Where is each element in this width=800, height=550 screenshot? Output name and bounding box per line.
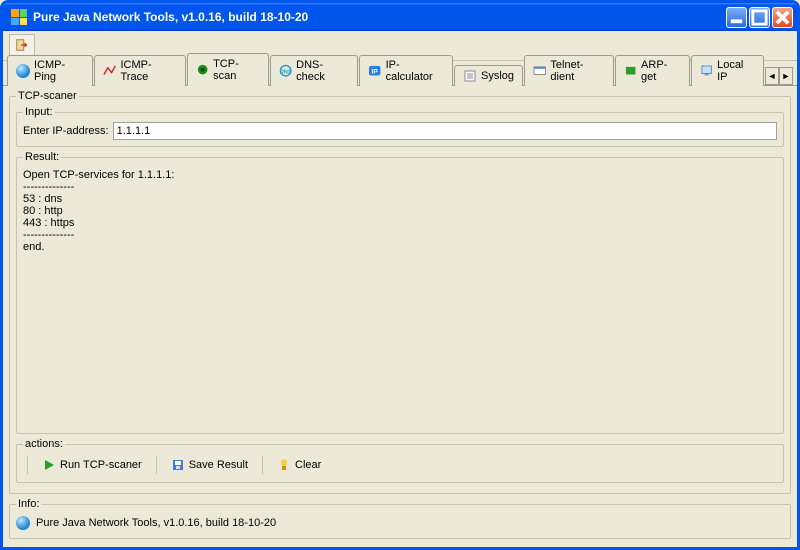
localip-icon bbox=[700, 64, 713, 78]
minimize-button[interactable] bbox=[726, 7, 747, 28]
tab-telnet-client[interactable]: Telnet-dient bbox=[524, 55, 614, 86]
tab-icmp-trace[interactable]: ICMP-Trace bbox=[94, 55, 186, 86]
tab-label: Telnet-dient bbox=[550, 59, 604, 83]
clear-button[interactable]: Clear bbox=[269, 456, 329, 474]
tab-bar: ICMP-Ping ICMP-Trace TCP-scan DNS DNS-ch… bbox=[3, 61, 797, 85]
tab-label: ICMP-Trace bbox=[121, 59, 177, 83]
actions-legend: actions: bbox=[23, 438, 65, 450]
tab-syslog[interactable]: Syslog bbox=[454, 65, 523, 86]
syslog-icon bbox=[463, 69, 477, 83]
tab-local-ip[interactable]: Local IP bbox=[691, 55, 764, 86]
actions-group: actions: Run TCP-scaner Save Result bbox=[16, 438, 784, 483]
separator bbox=[156, 456, 157, 474]
tab-scroll-right[interactable]: ► bbox=[779, 67, 793, 85]
info-legend: Info: bbox=[16, 498, 41, 510]
trace-icon bbox=[103, 64, 116, 78]
ip-input-label: Enter IP-address: bbox=[23, 125, 109, 137]
svg-text:DNS: DNS bbox=[279, 70, 291, 76]
run-button[interactable]: Run TCP-scaner bbox=[34, 456, 150, 474]
arp-icon bbox=[624, 64, 637, 78]
maximize-button[interactable] bbox=[749, 7, 770, 28]
titlebar[interactable]: Pure Java Network Tools, v1.0.16, build … bbox=[3, 3, 797, 31]
tab-icmp-ping[interactable]: ICMP-Ping bbox=[7, 55, 93, 86]
separator bbox=[27, 456, 28, 474]
app-icon bbox=[11, 9, 27, 25]
tab-label: DNS-check bbox=[296, 59, 349, 83]
info-text: Pure Java Network Tools, v1.0.16, build … bbox=[36, 517, 276, 529]
save-button[interactable]: Save Result bbox=[163, 456, 256, 474]
ip-icon: IP bbox=[368, 64, 381, 78]
tab-label: ICMP-Ping bbox=[34, 59, 84, 83]
save-icon bbox=[171, 458, 185, 472]
telnet-icon bbox=[533, 64, 546, 78]
run-label: Run TCP-scaner bbox=[60, 459, 142, 471]
input-legend: Input: bbox=[23, 106, 55, 118]
exit-button[interactable] bbox=[9, 34, 35, 56]
result-legend: Result: bbox=[23, 151, 61, 163]
tab-label: Local IP bbox=[717, 59, 755, 83]
window-title: Pure Java Network Tools, v1.0.16, build … bbox=[31, 10, 726, 24]
clear-label: Clear bbox=[295, 459, 321, 471]
globe-icon bbox=[16, 64, 30, 78]
tab-label: ARP-get bbox=[641, 59, 681, 83]
svg-text:IP: IP bbox=[372, 69, 379, 76]
close-button[interactable] bbox=[772, 7, 793, 28]
tab-ip-calculator[interactable]: IP IP-calculator bbox=[359, 55, 453, 86]
app-window: Pure Java Network Tools, v1.0.16, build … bbox=[0, 0, 800, 550]
info-group: Info: Pure Java Network Tools, v1.0.16, … bbox=[9, 498, 791, 539]
tab-label: TCP-scan bbox=[213, 58, 260, 82]
globe-icon bbox=[16, 516, 30, 530]
tab-tcp-scan[interactable]: TCP-scan bbox=[187, 53, 269, 86]
result-output[interactable]: Open TCP-services for 1.1.1.1: ---------… bbox=[23, 167, 777, 427]
tab-arp-get[interactable]: ARP-get bbox=[615, 55, 690, 86]
tab-content: TCP-scaner Input: Enter IP-address: Resu… bbox=[3, 85, 797, 547]
tab-label: IP-calculator bbox=[386, 59, 444, 83]
clear-icon bbox=[277, 458, 291, 472]
tcp-scaner-legend: TCP-scaner bbox=[16, 90, 79, 102]
input-group: Input: Enter IP-address: bbox=[16, 106, 784, 147]
tcp-scaner-group: TCP-scaner Input: Enter IP-address: Resu… bbox=[9, 90, 791, 494]
tab-dns-check[interactable]: DNS DNS-check bbox=[270, 55, 358, 86]
ip-input[interactable] bbox=[113, 122, 777, 140]
play-icon bbox=[42, 458, 56, 472]
separator bbox=[262, 456, 263, 474]
dns-icon: DNS bbox=[279, 64, 292, 78]
result-group: Result: Open TCP-services for 1.1.1.1: -… bbox=[16, 151, 784, 434]
scan-icon bbox=[196, 63, 209, 77]
save-label: Save Result bbox=[189, 459, 248, 471]
tab-label: Syslog bbox=[481, 70, 514, 82]
tab-scroll-left[interactable]: ◄ bbox=[765, 67, 779, 85]
